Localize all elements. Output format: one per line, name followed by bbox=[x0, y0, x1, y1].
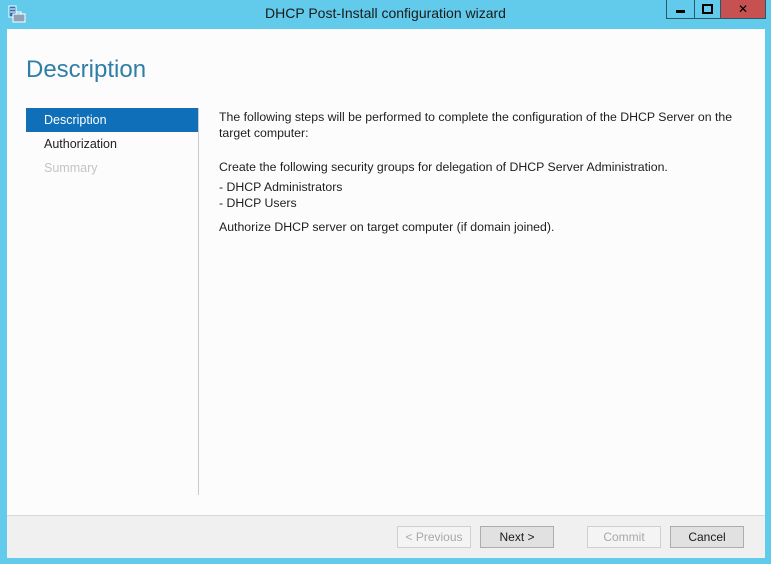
groups-heading: Create the following security groups for… bbox=[219, 160, 668, 174]
cancel-button[interactable]: Cancel bbox=[670, 526, 744, 548]
commit-button[interactable]: Commit bbox=[587, 526, 661, 548]
description-content: The following steps will be performed to… bbox=[219, 109, 739, 235]
close-icon: ✕ bbox=[737, 2, 749, 16]
authorize-text: Authorize DHCP server on target computer… bbox=[219, 220, 555, 234]
maximize-icon bbox=[702, 4, 713, 14]
wizard-footer: < Previous Next > Commit Cancel bbox=[7, 515, 765, 558]
page-title: Description bbox=[26, 56, 147, 83]
minimize-icon bbox=[676, 10, 685, 13]
group-item: - DHCP Users bbox=[219, 196, 297, 210]
title-bar[interactable]: DHCP Post-Install configuration wizard ✕ bbox=[0, 0, 771, 28]
next-button[interactable]: Next > bbox=[480, 526, 554, 548]
previous-button[interactable]: < Previous bbox=[397, 526, 471, 548]
close-button[interactable]: ✕ bbox=[720, 0, 766, 19]
wizard-body: Description Description Authorization Su… bbox=[7, 29, 765, 558]
nav-item-summary: Summary bbox=[44, 161, 98, 175]
wizard-steps-nav: Description Authorization Summary bbox=[26, 108, 199, 495]
minimize-button[interactable] bbox=[666, 0, 695, 19]
nav-item-authorization[interactable]: Authorization bbox=[26, 132, 198, 156]
maximize-button[interactable] bbox=[694, 0, 721, 19]
group-item: - DHCP Administrators bbox=[219, 180, 343, 194]
window-title: DHCP Post-Install configuration wizard bbox=[265, 5, 506, 21]
intro-text: The following steps will be performed to… bbox=[219, 110, 733, 140]
nav-item-description[interactable]: Description bbox=[26, 108, 198, 132]
